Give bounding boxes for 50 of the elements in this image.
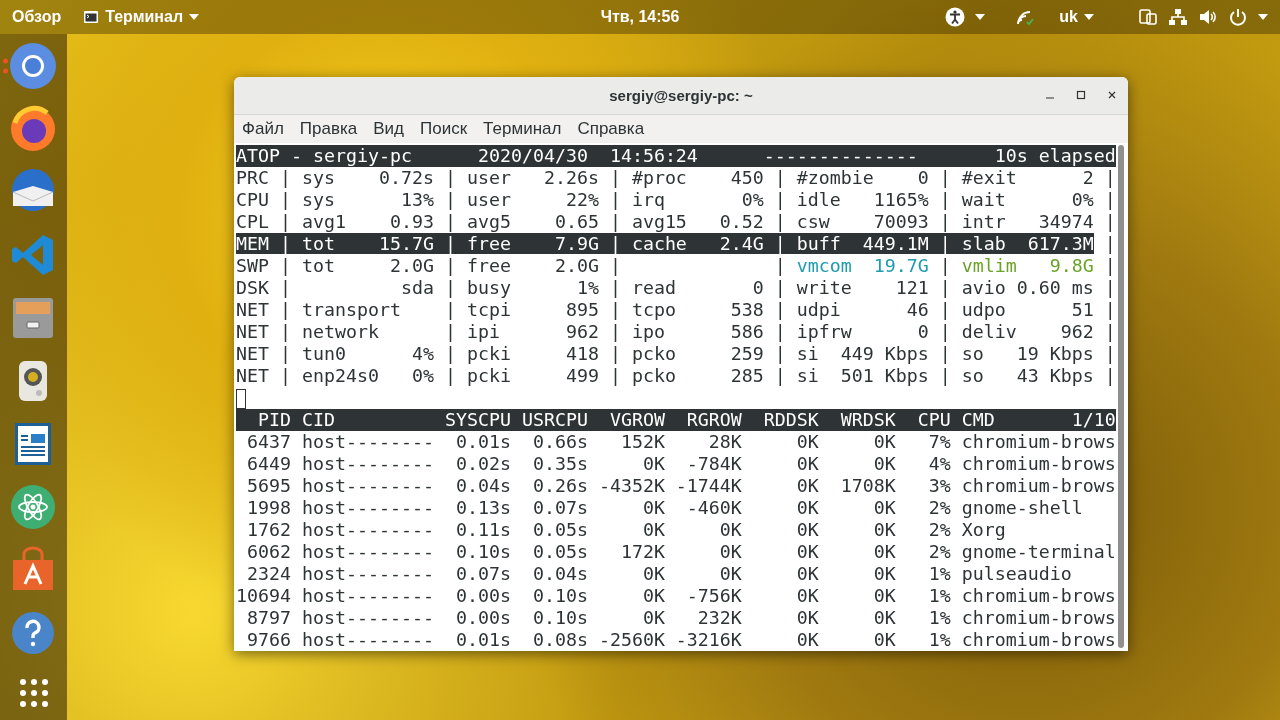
menu-item[interactable]: Файл — [242, 119, 284, 139]
terminal-line: 1762 host-------- 0.11s 0.05s 0K 0K 0K 0K 2% Xorg — [246, 519, 1006, 541]
text-cursor — [236, 389, 246, 409]
close-icon[interactable] — [1106, 89, 1118, 101]
volume-icon[interactable] — [1198, 7, 1218, 27]
terminal-line: 6449 host-------- 0.02s 0.35s 0K -784K 0K 0K 4% chromium-brows — [246, 453, 1116, 475]
terminal-line: CPU | sys 13% | user 22% | irq 0% | idle 1165% | wait 0% | — [236, 189, 1116, 211]
keyboard-layout-menu[interactable]: uk — [1059, 8, 1094, 26]
menu-item[interactable]: Вид — [373, 119, 404, 139]
terminal-line: NET | transport | tcpi 895 | tcpo 538 | udpi 46 | udpo 51 | — [236, 299, 1116, 321]
terminal-line: 5695 host-------- 0.04s 0.26s -4352K -1744K 0K 1708K 3% chromium-brows — [246, 475, 1116, 497]
terminal-line: 8797 host-------- 0.00s 0.10s 0K 232K 0K 0K 1% chromium-brows — [246, 607, 1116, 629]
terminal-icon — [83, 9, 100, 25]
scrollbar[interactable] — [1118, 145, 1124, 648]
screens-icon[interactable] — [1138, 7, 1158, 27]
network-icon[interactable] — [1168, 7, 1188, 27]
power-icon[interactable] — [1228, 7, 1248, 27]
running-indicator-icon — [3, 58, 8, 74]
accessibility-icon[interactable] — [945, 7, 966, 27]
app-grid-icon[interactable] — [18, 678, 49, 708]
globe-icon[interactable] — [9, 105, 57, 153]
atom-icon[interactable] — [9, 483, 57, 531]
caret-icon — [189, 14, 200, 20]
terminal-line: SWP | tot 2.0G | free 2.0G | | vmcom 19.7G | vmlim 9.8G | — [236, 255, 1116, 277]
window-title: sergiy@sergiy-pc: ~ — [609, 87, 753, 104]
terminal-line: NET | tun0 4% | pcki 418 | pcko 259 | si 449 Kbps | so 19 Kbps | — [236, 343, 1116, 365]
caret-icon[interactable] — [975, 14, 986, 20]
maximize-icon[interactable] — [1075, 89, 1087, 101]
menu-item[interactable]: Правка — [299, 119, 358, 139]
terminal-line: 1998 host-------- 0.13s 0.07s 0K -460K 0K 0K 2% gnome-shell — [246, 497, 1083, 519]
terminal-line: 9766 host-------- 0.01s 0.08s -2560K -3216K 0K 0K 1% chromium-brows — [246, 629, 1116, 651]
terminal-line: 10694 host-------- 0.00s 0.10s 0K -756K 0K 0K 1% chromium-brows — [236, 585, 1116, 607]
caret-icon — [1084, 14, 1094, 20]
terminal-line: 6062 host-------- 0.10s 0.05s 172K 0K 0K 0K 2% gnome-terminal — [246, 541, 1116, 563]
menu-item[interactable]: Справка — [577, 119, 645, 139]
caret-icon[interactable] — [1258, 14, 1268, 20]
app-menu[interactable]: Терминал — [83, 8, 200, 26]
menu-item[interactable]: Терминал — [483, 119, 562, 139]
help-icon[interactable] — [9, 609, 57, 657]
terminal-line: NET | network | ipi 962 | ipo 586 | ipfrw 0 | deliv 962 | — [236, 321, 1116, 343]
activities-button[interactable]: Обзор — [12, 8, 62, 26]
menu-item[interactable]: Поиск — [420, 119, 468, 139]
terminal-line: DSK | sda | busy 1% | read 0 | write 121 | avio 0.60 ms | — [236, 277, 1116, 299]
terminal-line: CPL | avg1 0.93 | avg5 0.65 | avg15 0.52 | csw 70093 | intr 34974 | — [236, 211, 1116, 233]
clock[interactable]: Чтв, 14:56 — [600, 8, 680, 26]
terminal-line: NET | enp24s0 0% | pcki 499 | pcko 285 | si 501 Kbps | so 43 Kbps | — [236, 365, 1116, 387]
terminal-line: 6437 host-------- 0.01s 0.66s 152K 28K 0K 0K 7% chromium-brows — [246, 431, 1116, 453]
terminal-line: 2324 host-------- 0.07s 0.04s 0K 0K 0K 0K 1% pulseaudio — [246, 563, 1072, 585]
ring-icon[interactable] — [9, 42, 57, 90]
terminal-line: PRC | sys 0.72s | user 2.26s | #proc 450 | #zombie 0 | #exit 2 | — [236, 167, 1116, 189]
